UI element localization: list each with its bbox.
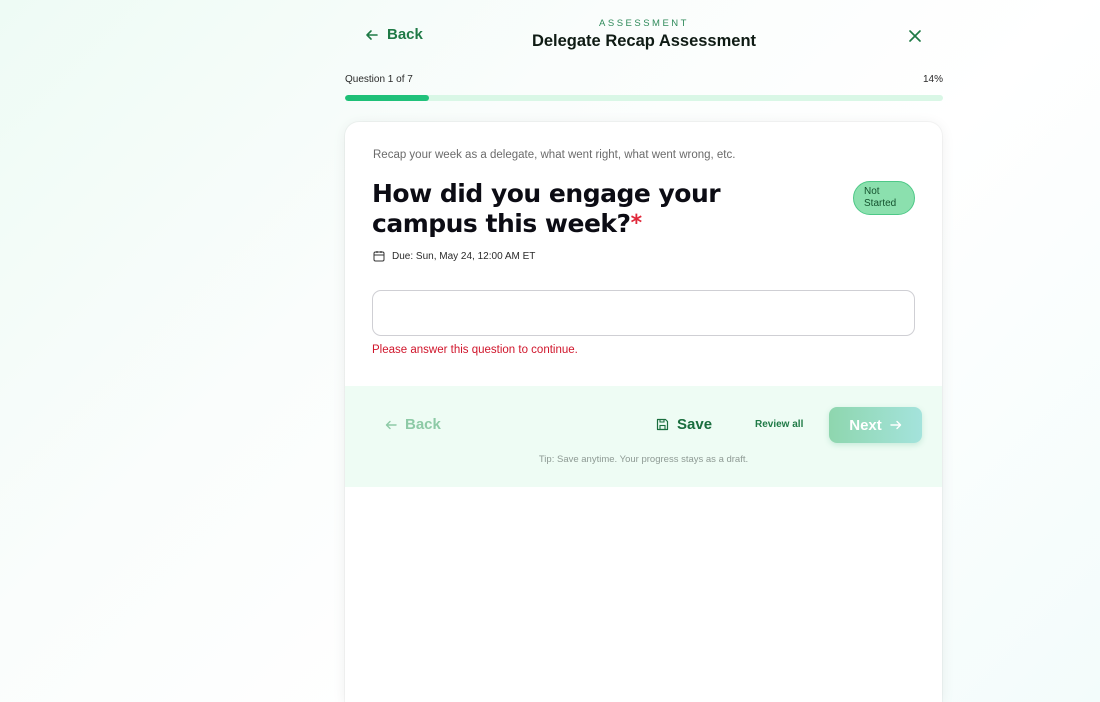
answer-input[interactable] — [372, 290, 915, 336]
save-button[interactable]: Save — [656, 416, 712, 433]
page-title: Delegate Recap Assessment — [531, 32, 757, 50]
save-icon — [656, 418, 669, 431]
next-button[interactable]: Next — [829, 407, 922, 443]
progress-bar — [345, 95, 943, 101]
next-button-label: Next — [849, 416, 882, 434]
question-counter: Question 1 of 7 — [345, 74, 413, 85]
card-footer: Back Save Review all Next Tip: Save anyt… — [345, 386, 942, 487]
arrow-left-icon — [385, 420, 397, 429]
due-date-text: Due: Sun, May 24, 12:00 AM ET — [392, 250, 536, 262]
review-all-button[interactable]: Review all — [755, 419, 803, 430]
validation-error: Please answer this question to continue. — [372, 344, 578, 356]
top-bar: Back ASSESSMENT Delegate Recap Assessmen… — [345, 14, 943, 60]
save-tip: Tip: Save anytime. Your progress stays a… — [538, 454, 749, 465]
save-button-label: Save — [677, 416, 713, 433]
required-mark: * — [630, 211, 643, 236]
status-badge: Not Started — [853, 181, 915, 215]
calendar-icon — [373, 251, 385, 262]
due-date: Due: Sun, May 24, 12:00 AM ET — [373, 250, 535, 262]
back-button[interactable]: Back — [385, 416, 441, 433]
progress-bar-fill — [345, 95, 429, 101]
eyebrow-label: ASSESSMENT — [599, 18, 689, 29]
close-icon[interactable] — [907, 28, 923, 44]
progress-percent: 14% — [922, 74, 943, 85]
back-button-label: Back — [405, 416, 441, 433]
arrow-right-icon — [890, 420, 901, 430]
question-text: How did you engage your campus this week… — [372, 179, 721, 238]
title-block: ASSESSMENT Delegate Recap Assessment — [345, 18, 943, 51]
question-title: How did you engage your campus this week… — [372, 179, 832, 239]
question-card: Recap your week as a delegate, what went… — [345, 122, 942, 702]
question-prompt: Recap your week as a delegate, what went… — [373, 149, 736, 161]
progress-row: Question 1 of 7 14% — [345, 74, 943, 88]
